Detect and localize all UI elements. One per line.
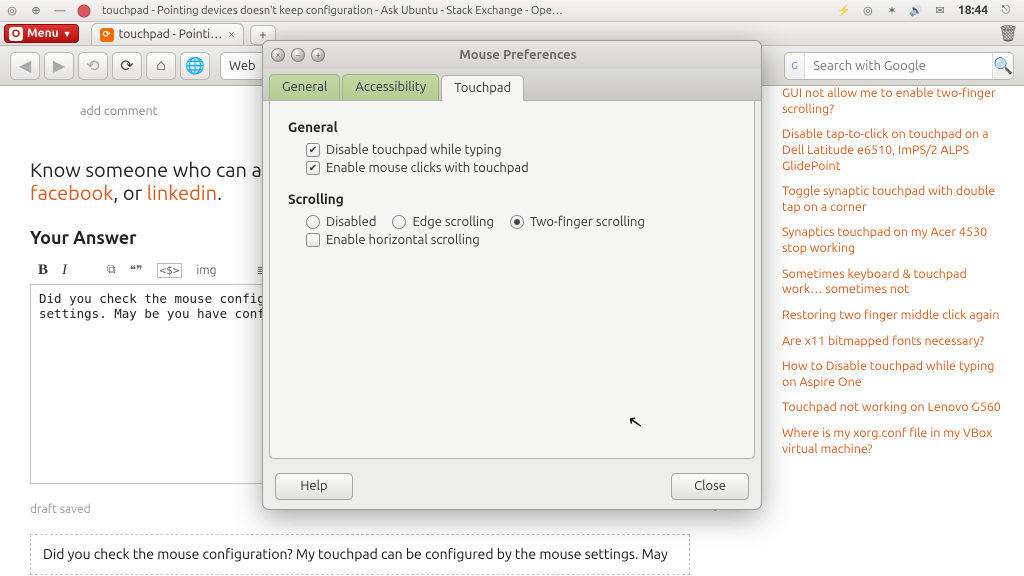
opera-window-icon[interactable] xyxy=(75,2,93,20)
bolt-icon[interactable]: ⚡ xyxy=(835,2,853,20)
clock[interactable]: 18:44 xyxy=(958,4,988,17)
option-horizontal-scrolling[interactable]: Enable horizontal scrolling xyxy=(306,233,736,247)
related-link[interactable]: GUI not allow me to enable two-finger sc… xyxy=(782,86,1010,117)
plus-icon[interactable]: ⊕ xyxy=(27,2,45,20)
related-link[interactable]: Toggle synaptic touchpad with double tap… xyxy=(782,184,1010,215)
close-button[interactable]: Close xyxy=(671,473,749,500)
share-prompt-prefix: Know someone who can ans xyxy=(30,158,282,181)
preview-text: Did you check the mouse configuration? M… xyxy=(43,546,668,562)
radio-scroll-twofinger[interactable] xyxy=(510,215,524,229)
search-input[interactable] xyxy=(805,59,992,73)
system-panel: ◎ ⊕ — touchpad - Pointing devices doesn'… xyxy=(0,0,1024,22)
related-link[interactable]: Sometimes keyboard & touchpad work… some… xyxy=(782,267,1010,298)
label-scroll-twofinger: Two-finger scrolling xyxy=(530,215,645,229)
label-horizontal-scrolling: Enable horizontal scrolling xyxy=(326,233,480,247)
trash-icon[interactable]: 🗑 xyxy=(998,24,1018,44)
section-general-heading: General xyxy=(288,119,736,135)
opera-menu-button[interactable]: O Menu ▼ xyxy=(4,24,79,43)
minimize-icon[interactable]: — xyxy=(51,2,69,20)
italic-button[interactable]: I xyxy=(62,262,67,279)
volume-icon[interactable]: 🔊 xyxy=(907,2,925,20)
rewind-button[interactable]: ⟲ xyxy=(78,52,108,80)
tab-touchpad[interactable]: Touchpad xyxy=(441,75,524,101)
google-provider-icon[interactable]: G xyxy=(785,53,805,79)
mail-icon[interactable]: ✉ xyxy=(931,2,949,20)
app-menu-icon[interactable]: ◎ xyxy=(3,2,21,20)
askubuntu-favicon-icon: ⟳ xyxy=(100,28,114,42)
dialog-footer: Help Close xyxy=(263,463,761,509)
radio-scroll-disabled[interactable] xyxy=(306,215,320,229)
image-button[interactable]: img xyxy=(196,264,216,277)
search-go-button[interactable]: 🔍 xyxy=(992,53,1013,79)
checkbox-mouse-clicks[interactable]: ✔ xyxy=(306,161,320,175)
dialog-title: Mouse Preferences xyxy=(283,48,753,62)
back-button[interactable]: ◀ xyxy=(10,52,40,80)
option-mouse-clicks[interactable]: ✔ Enable mouse clicks with touchpad xyxy=(306,161,736,175)
related-link[interactable]: Touchpad not working on Lenovo G560 xyxy=(782,400,1010,416)
radio-scroll-edge[interactable] xyxy=(392,215,406,229)
tab-title: touchpad - Pointi… xyxy=(119,28,223,41)
related-link[interactable]: Synaptics touchpad on my Acer 4530 stop … xyxy=(782,225,1010,256)
option-disable-while-typing[interactable]: ✔ Disable touchpad while typing xyxy=(306,143,736,157)
related-link[interactable]: Disable tap-to-click on touchpad on a De… xyxy=(782,127,1010,174)
section-scrolling-heading: Scrolling xyxy=(288,191,736,207)
help-button[interactable]: Help xyxy=(275,473,353,500)
related-link[interactable]: Are x11 bitmapped fonts necessary? xyxy=(782,334,1010,350)
tab-general[interactable]: General xyxy=(269,74,340,100)
home-button[interactable]: ⌂ xyxy=(146,52,176,80)
scrolling-radio-group: Disabled Edge scrolling Two-finger scrol… xyxy=(306,215,736,229)
window-title: touchpad - Pointing devices doesn't keep… xyxy=(102,5,832,17)
checkbox-disable-while-typing[interactable]: ✔ xyxy=(306,143,320,157)
opera-logo-icon: O xyxy=(9,27,23,41)
related-link[interactable]: How to Disable touchpad while typing on … xyxy=(782,359,1010,390)
browser-tab[interactable]: ⟳ touchpad - Pointi… × xyxy=(91,23,244,45)
dialog-titlebar[interactable]: × – + Mouse Preferences xyxy=(263,41,761,69)
tab-close-icon[interactable]: × xyxy=(228,28,235,41)
site-info-button[interactable]: 🌐 xyxy=(180,52,210,80)
label-mouse-clicks: Enable mouse clicks with touchpad xyxy=(326,161,529,175)
sync-icon[interactable]: ◎ xyxy=(859,2,877,20)
opera-menu-label: Menu xyxy=(27,27,59,40)
link-button[interactable]: ⧉ xyxy=(107,263,116,277)
related-link[interactable]: Where is my xorg.conf file in my VBox vi… xyxy=(782,426,1010,457)
related-link[interactable]: Restoring two finger middle click again xyxy=(782,308,1010,324)
related-sidebar: GUI not allow me to enable two-finger sc… xyxy=(774,86,1024,576)
chevron-down-icon: ▼ xyxy=(63,29,72,39)
answer-preview: Did you check the mouse configuration? M… xyxy=(30,534,690,575)
label-disable-while-typing: Disable touchpad while typing xyxy=(326,143,502,157)
tab-strip: ⟳ touchpad - Pointi… × + xyxy=(91,22,276,45)
session-icon[interactable]: ⎋ xyxy=(997,2,1015,20)
reload-button[interactable]: ⟳ xyxy=(112,52,142,80)
checkbox-horizontal-scrolling[interactable] xyxy=(306,233,320,247)
label-scroll-disabled: Disabled xyxy=(326,215,376,229)
dialog-body: General ✔ Disable touchpad while typing … xyxy=(269,101,755,459)
wifi-icon[interactable]: ✶ xyxy=(883,2,901,20)
address-label: Web xyxy=(229,59,256,73)
dialog-tabs: General Accessibility Touchpad xyxy=(263,69,761,101)
tab-accessibility[interactable]: Accessibility xyxy=(342,74,439,100)
code-button[interactable]: <$> xyxy=(157,263,183,278)
bold-button[interactable]: B xyxy=(38,262,48,279)
mouse-preferences-dialog: × – + Mouse Preferences General Accessib… xyxy=(262,40,762,510)
label-scroll-edge: Edge scrolling xyxy=(412,215,493,229)
quote-button[interactable]: ❝❞ xyxy=(130,263,143,277)
forward-button[interactable]: ▶ xyxy=(44,52,74,80)
search-box: G 🔍 xyxy=(784,52,1014,80)
share-facebook-link[interactable]: facebook xyxy=(30,181,113,204)
share-linkedin-link[interactable]: linkedin xyxy=(147,181,217,204)
